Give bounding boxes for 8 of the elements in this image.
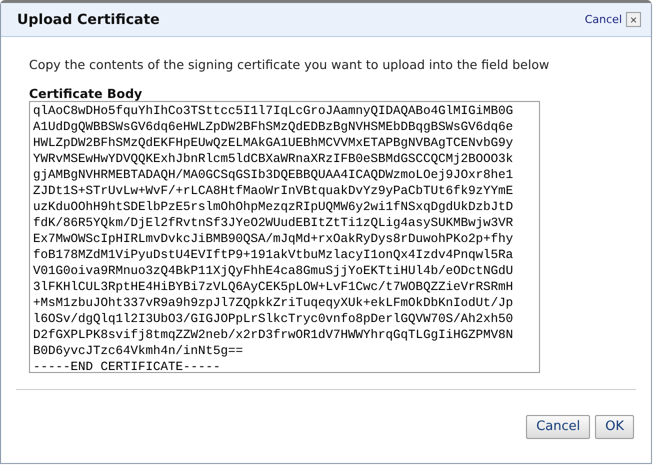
ok-button[interactable]: OK bbox=[595, 414, 634, 438]
cancel-link[interactable]: Cancel bbox=[584, 13, 622, 26]
cancel-button[interactable]: Cancel bbox=[526, 414, 590, 438]
instructions-text: Copy the contents of the signing certificate you want to upload into the field below bbox=[29, 57, 550, 72]
close-button[interactable]: × bbox=[626, 12, 641, 27]
dialog-title: Upload Certificate bbox=[17, 12, 161, 28]
field-label: Certificate Body bbox=[29, 86, 144, 101]
certificate-body-field[interactable]: qlAoC8wDHo5fquYhIhCo3TSttcc5I1l7IqLcGroJAamnyQIDAQABo4GlMIGiMB0G A1UdDgQWBBSWsGV6dq6eHWLZpDW2BFhSMzQdEDBzBgNVHSMEbDBqgBSWsGV6dq6e HWLZpDW2BFhSMzQdEKFHpEUwQzELMAkGA1UEBhMCVVMxETAPBgNVBAgTCENvbG9y YWRvMSEwHwYDVQQKExhJbnRlcm5ldCBXaWRnaXRzIFB0eSBMdGSCCQCMj2BOOO3k gjAMBgNVHRMEBTADAQH/MA0GCSqGSIb3DQEBBQUAA4ICAQDWzmoLOej9JOxr8he1 ZJDt1S+STrUvLw+WvF/+rLCA8HtfMaoWrInVBtquakDvYz9yPaCbTUt6fk9zYYmE uzKduOOhH9htSDElbPzE5rslmOhOhpMezqzRIpUQMW6y2wi1fNSxqDgdUkDzbJtD fdK/86R5YQkm/DjEl2fRvtnSf3JYeO2WUudEBItZtTi1zQLig4asySUKMBwjw3VR Ex7MwOWScIpHIRLmvDvkcJiBMB90QSA/mJqMd+rxOakRyDys8rDuwohPKo2p+fhy foB178MZdM1ViPyuDstU4EVIftP9+191akVtbuMzlacyI1onQx4Izdv4Pnqwl5Ra V01G0oiva9RMnuo3zQ4BkP11XjQyFhhE4ca8GmuSjjYoEKTtiHUl4b/eODctNGdU 3lFKHlCUL3RptHE4HiBYBi7zVLQ6AyCEK5pLOW+LvF1Cwc/t7WOBQZZieVrRSRmH +MsM1zbuJOht337vR9a9h9zpJl7ZQpkkZriTuqeqyXUk+ekLFmOkDbKnIodUt/Jp l6OSv/dgQlq1l2I3UbO3/GIGJOPpLrSlkcTryc0vnfo8pDerlGQVW70S/Ah2xh50 D2fGXPLPK8svifj8tmqZZW2neb/x2rD3frwOR1dV7HWWYhrqGqTLGgIiHGZPMV8N B0D6yvcJTzc64Vkmh4n/inNt5g== -----END CERTIFICATE----- bbox=[29, 101, 540, 373]
